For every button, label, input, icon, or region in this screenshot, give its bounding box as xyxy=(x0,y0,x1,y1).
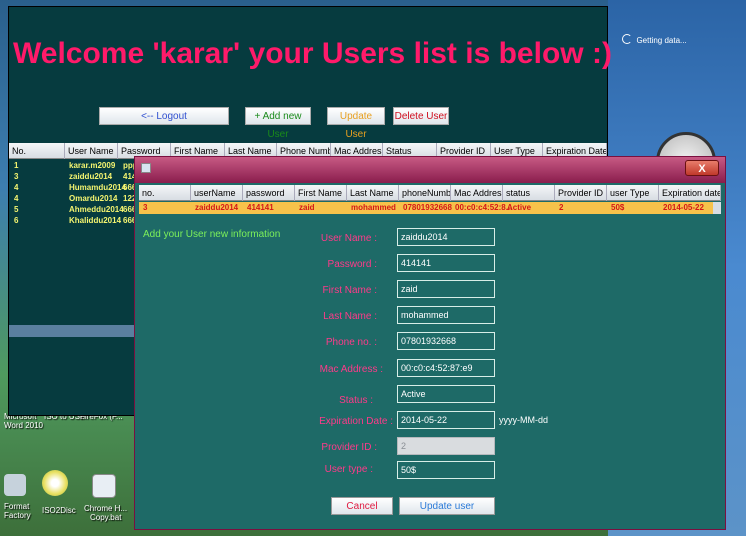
phone-field[interactable]: 07801932668 xyxy=(397,332,495,350)
icon-label: Format xyxy=(4,502,30,511)
disc-icon xyxy=(42,470,68,496)
cell-status: Active xyxy=(507,203,532,212)
cell-no: 6 xyxy=(14,216,19,225)
update-user-dialog: X no. userName password First Name Last … xyxy=(134,156,726,530)
cell-no: 3 xyxy=(143,203,148,212)
username-label: User Name : xyxy=(320,233,377,244)
cell-lastname: mohammed xyxy=(351,203,396,212)
delete-user-button[interactable]: Delete User xyxy=(393,107,449,125)
cell-expiration: 2014-05-22 xyxy=(663,203,704,212)
cell-username: karar.m2009 xyxy=(69,161,116,170)
close-button[interactable]: X xyxy=(685,160,719,176)
desktop-icon-chrome-copy[interactable]: Chrome H... Copy.bat xyxy=(84,474,128,522)
weather-gadget[interactable]: Getting data... xyxy=(622,30,708,52)
batch-file-icon xyxy=(92,474,116,498)
lastname-label: Last Name : xyxy=(323,311,377,322)
mac-address-field[interactable]: 00:c0:c4:52:87:e9 xyxy=(397,359,495,377)
column-header-username[interactable]: userName xyxy=(191,185,243,201)
cell-username: Omardu2014 xyxy=(69,194,118,203)
column-header-no[interactable]: no. xyxy=(139,185,191,201)
welcome-heading: Welcome 'karar' your Users list is below… xyxy=(13,37,612,70)
status-field[interactable]: Active xyxy=(397,385,495,403)
horizontal-scrollbar[interactable] xyxy=(9,325,139,337)
column-header-status[interactable]: status xyxy=(503,185,555,201)
phone-label: Phone no. : xyxy=(325,337,377,348)
expiration-date-label: Expiration Date : xyxy=(319,416,393,427)
password-label: Password : xyxy=(327,259,377,270)
status-label: Status : xyxy=(339,395,373,406)
column-header-username[interactable]: User Name xyxy=(65,143,118,159)
gadget-status: Getting data... xyxy=(636,36,687,45)
dialog-titlebar[interactable]: X xyxy=(135,157,725,183)
provider-id-field: 2 xyxy=(397,437,495,455)
column-header-expiration[interactable]: Expiration date xyxy=(659,185,721,201)
update-user-submit-button[interactable]: Update user xyxy=(399,497,495,515)
icon-label: Word 2010 xyxy=(4,421,43,430)
cell-no: 4 xyxy=(14,194,19,203)
update-user-button[interactable]: Update User xyxy=(327,107,385,140)
format-app-icon xyxy=(4,474,26,496)
user-type-field[interactable]: 50$ xyxy=(397,461,495,479)
cell-password: 414141 xyxy=(247,203,274,212)
cell-mac: 00:c0:c4:52:8... xyxy=(455,203,513,212)
column-header-provider[interactable]: Provider ID xyxy=(555,185,607,201)
mac-address-label: Mac Address : xyxy=(319,364,383,375)
selected-table-row[interactable]: 3 zaiddu2014 414141 zaid mohammed 078019… xyxy=(139,202,713,214)
cell-username: zaiddu2014 xyxy=(69,172,113,181)
cell-firstname: zaid xyxy=(299,203,315,212)
java-app-icon xyxy=(141,163,151,173)
lastname-field[interactable]: mohammed xyxy=(397,306,495,324)
column-header-password[interactable]: password xyxy=(243,185,295,201)
cell-username: Khaliddu2014 xyxy=(69,216,122,225)
form-title: Add your User new information xyxy=(143,229,281,240)
desktop-icon-iso2disc[interactable]: ISO2Disc xyxy=(42,470,82,515)
logout-button[interactable]: <-- Logout xyxy=(99,107,229,125)
icon-label: Factory xyxy=(4,511,31,520)
cell-usertype: 50$ xyxy=(611,203,625,212)
cell-username: Humamdu2014 xyxy=(69,183,126,192)
dialog-table-header: no. userName password First Name Last Na… xyxy=(139,185,721,201)
column-header-mac[interactable]: Mac Address xyxy=(451,185,503,201)
cell-provider: 2 xyxy=(559,203,564,212)
loading-spinner-icon xyxy=(622,33,632,44)
cell-phone: 07801932668 xyxy=(403,203,452,212)
expiration-date-field[interactable]: 2014-05-22 xyxy=(397,411,495,429)
column-header-lastname[interactable]: Last Name xyxy=(347,185,399,201)
user-type-label: User type : xyxy=(324,464,373,475)
provider-id-label: Provider ID : xyxy=(321,442,377,453)
desktop-icon-format[interactable]: Format Factory xyxy=(4,474,44,520)
cell-no: 5 xyxy=(14,205,19,214)
date-format-hint: yyyy-MM-dd xyxy=(499,415,548,425)
column-header-phone[interactable]: phoneNumber xyxy=(399,185,451,201)
cell-no: 4 xyxy=(14,183,19,192)
add-new-user-button[interactable]: + Add new User xyxy=(245,107,311,140)
vertical-scrollbar[interactable] xyxy=(713,202,721,214)
cancel-button[interactable]: Cancel xyxy=(331,497,393,515)
cell-no: 3 xyxy=(14,172,19,181)
username-field[interactable]: zaiddu2014 xyxy=(397,228,495,246)
icon-label: Chrome H... xyxy=(84,504,128,513)
cell-username: Ahmeddu2014 xyxy=(69,205,124,214)
cell-no: 1 xyxy=(14,161,19,170)
icon-label: Copy.bat xyxy=(90,513,122,522)
column-header-usertype[interactable]: user Type xyxy=(607,185,659,201)
cell-username: zaiddu2014 xyxy=(195,203,239,212)
firstname-field[interactable]: zaid xyxy=(397,280,495,298)
column-header-firstname[interactable]: First Name xyxy=(295,185,347,201)
firstname-label: First Name : xyxy=(322,285,377,296)
password-field[interactable]: 414141 xyxy=(397,254,495,272)
column-header-no[interactable]: No. xyxy=(9,143,65,159)
icon-label: ISO2Disc xyxy=(42,506,76,515)
